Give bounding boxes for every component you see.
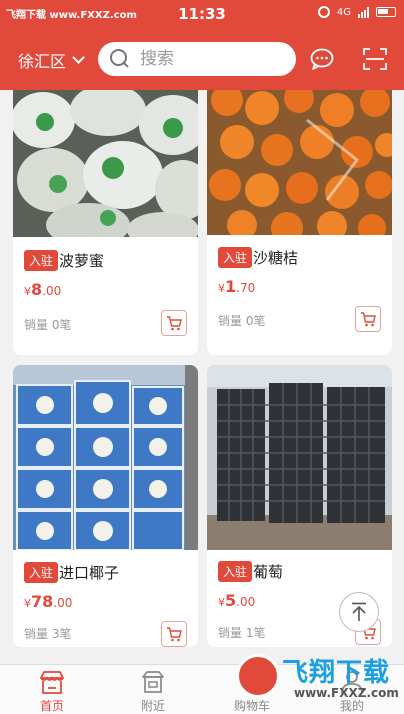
product-name: 沙糖桔 bbox=[253, 249, 299, 267]
battery-icon bbox=[376, 7, 396, 17]
product-image-coconut bbox=[13, 365, 198, 550]
scan-icon[interactable] bbox=[363, 48, 387, 70]
product-image-tangerine bbox=[207, 90, 392, 235]
product-name: 葡萄 bbox=[253, 563, 284, 581]
product-price: ¥8.00 bbox=[24, 280, 61, 299]
district-label: 徐汇区 bbox=[18, 52, 67, 71]
add-to-cart-button[interactable] bbox=[161, 621, 187, 647]
shop-icon bbox=[40, 671, 64, 694]
signal-icon bbox=[358, 6, 369, 18]
price-currency: ¥ bbox=[218, 596, 225, 609]
search-icon bbox=[110, 49, 130, 69]
nav-label: 附近 bbox=[140, 699, 165, 713]
product-sales: 销量 0笔 bbox=[24, 318, 72, 332]
search-bar[interactable] bbox=[98, 42, 296, 76]
nav-label: 我的 bbox=[339, 699, 364, 713]
settled-badge: 入驻 bbox=[24, 250, 59, 271]
product-price: ¥1.70 bbox=[218, 277, 255, 296]
network-label: 4G bbox=[336, 6, 351, 18]
price-integer: 5 bbox=[225, 591, 237, 610]
cart-icon bbox=[241, 671, 265, 693]
product-sales: 销量 1笔 bbox=[218, 626, 266, 640]
cart-icon bbox=[361, 311, 376, 326]
price-decimal: .00 bbox=[42, 284, 62, 298]
product-price: ¥78.00 bbox=[24, 592, 72, 611]
price-integer: 8 bbox=[31, 280, 43, 299]
price-decimal: .00 bbox=[53, 596, 73, 610]
product-card[interactable]: 入驻 波萝蜜 ¥8.00 销量 0笔 bbox=[13, 90, 198, 355]
price-decimal: .00 bbox=[236, 595, 256, 609]
price-currency: ¥ bbox=[24, 285, 31, 298]
nav-home[interactable]: 首页 bbox=[12, 665, 92, 714]
back-to-top-button[interactable] bbox=[339, 592, 379, 632]
nav-nearby[interactable]: 附近 bbox=[113, 665, 193, 714]
product-price: ¥5.00 bbox=[218, 591, 255, 610]
product-card[interactable]: 入驻 进口椰子 ¥78.00 销量 3笔 bbox=[13, 365, 198, 647]
district-selector[interactable]: 徐汇区 bbox=[18, 48, 85, 72]
price-currency: ¥ bbox=[218, 282, 225, 295]
nav-cart[interactable]: 购物车 bbox=[212, 665, 292, 714]
product-sales: 销量 3笔 bbox=[24, 627, 72, 641]
add-to-cart-button[interactable] bbox=[161, 310, 187, 336]
product-sales: 销量 0笔 bbox=[218, 314, 266, 328]
bottom-nav: 首页 附近 购物车 我的 bbox=[0, 664, 404, 714]
price-decimal: .70 bbox=[236, 281, 256, 295]
price-currency: ¥ bbox=[24, 597, 31, 610]
user-icon bbox=[341, 671, 363, 694]
chevron-down-icon bbox=[72, 51, 85, 64]
alarm-icon bbox=[317, 6, 330, 18]
product-name: 波萝蜜 bbox=[59, 252, 105, 270]
nearby-icon bbox=[142, 671, 164, 693]
chat-bubble-icon[interactable] bbox=[310, 48, 334, 70]
price-integer: 78 bbox=[31, 592, 54, 611]
settled-badge: 入驻 bbox=[24, 562, 59, 583]
settled-badge: 入驻 bbox=[218, 247, 253, 268]
product-card[interactable]: 入驻 沙糖桔 ¥1.70 销量 0笔 bbox=[207, 90, 392, 355]
status-indicators: 4G bbox=[317, 6, 396, 18]
product-image-grapes bbox=[207, 365, 392, 550]
nav-label: 购物车 bbox=[233, 699, 270, 713]
product-image-jackfruit bbox=[13, 90, 198, 237]
price-integer: 1 bbox=[225, 277, 237, 296]
settled-badge: 入驻 bbox=[218, 561, 253, 582]
nav-label: 首页 bbox=[39, 699, 64, 713]
search-input[interactable] bbox=[140, 49, 280, 69]
product-name: 进口椰子 bbox=[59, 564, 120, 582]
product-grid: 入驻 波萝蜜 ¥8.00 销量 0笔 入驻 沙糖桔 ¥1.70 销量 0笔 入驻… bbox=[0, 90, 404, 664]
cart-icon bbox=[167, 626, 182, 641]
top-header: 徐汇区 bbox=[0, 28, 404, 90]
arrow-up-icon bbox=[352, 602, 366, 621]
add-to-cart-button[interactable] bbox=[355, 306, 381, 332]
cart-icon bbox=[167, 315, 182, 330]
status-bar: 飞翔下载 www.FXXZ.com 11:33 4G bbox=[0, 0, 404, 28]
nav-mine[interactable]: 我的 bbox=[312, 665, 392, 714]
